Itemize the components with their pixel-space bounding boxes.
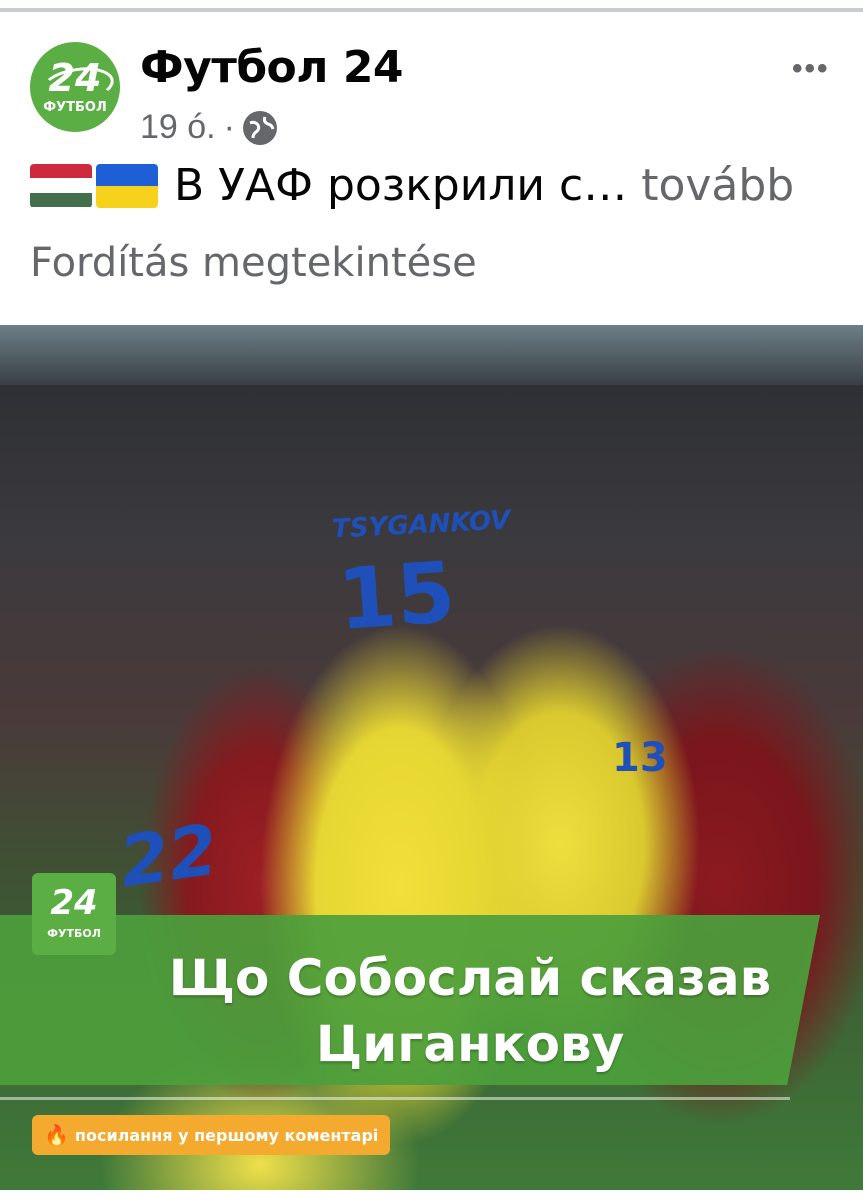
image-logo: 24 ФУТБОЛ xyxy=(32,873,116,955)
page-avatar[interactable]: 24 ФУТБОЛ xyxy=(30,42,120,132)
hungary-flag-icon xyxy=(30,163,92,208)
see-more-link[interactable]: tovább xyxy=(641,160,794,211)
post-meta: 19 ó. · xyxy=(140,108,277,147)
jersey-number-15: 15 xyxy=(334,543,459,649)
logo-number: 24 xyxy=(50,883,98,923)
image-headline: Що Собослай сказав Циганкову xyxy=(168,949,772,1073)
link-note-text: посилання у першому коментарі xyxy=(74,1125,379,1145)
jersey-name: TSYGANKOV xyxy=(331,505,511,545)
logo-label: ФУТБОЛ xyxy=(47,927,101,940)
translate-link[interactable]: Fordítás megtekintése xyxy=(30,240,477,286)
caption-text: В УАФ розкрили с… xyxy=(174,160,628,211)
post-image[interactable]: TSYGANKOV 15 13 22 24 ФУТБОЛ Що Собослай… xyxy=(0,325,863,1190)
link-note-badge: 🔥 посилання у першому коментарі xyxy=(32,1115,391,1155)
more-options-icon[interactable]: ••• xyxy=(792,52,830,86)
fire-icon: 🔥 xyxy=(44,1123,69,1147)
post-caption: В УАФ розкрили с… tovább xyxy=(30,160,794,211)
meta-separator: · xyxy=(223,108,235,146)
post-time[interactable]: 19 ó. xyxy=(140,108,216,147)
avatar-number: 24 xyxy=(48,56,102,100)
page-name[interactable]: Футбол 24 xyxy=(140,42,404,93)
ukraine-flag-icon xyxy=(96,163,158,208)
globe-icon xyxy=(242,110,277,145)
jersey-number-13: 13 xyxy=(612,735,668,781)
post-header: 24 ФУТБОЛ Футбол 24 19 ó. · ••• xyxy=(0,12,863,146)
jersey-number-22: 22 xyxy=(114,808,223,904)
avatar-label: ФУТБОЛ xyxy=(43,100,107,115)
